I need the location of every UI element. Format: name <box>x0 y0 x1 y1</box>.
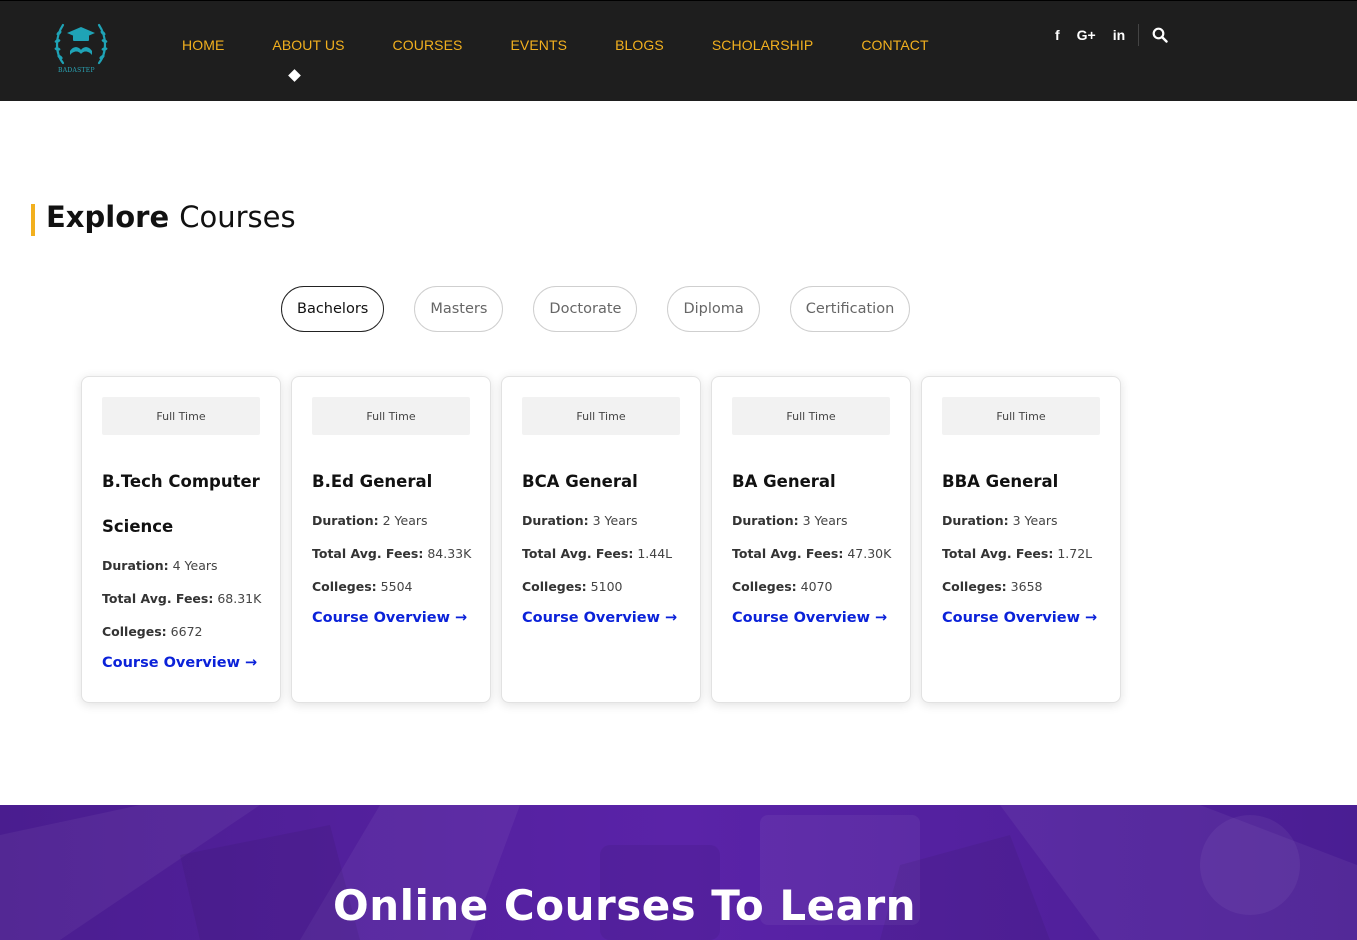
course-colleges: Colleges: 5504 <box>312 570 470 603</box>
course-fees: Total Avg. Fees: 1.72L <box>942 537 1100 570</box>
nav-courses[interactable]: COURSES <box>393 37 463 53</box>
course-cards: Full Time B.Tech Computer Science Durati… <box>81 376 1131 703</box>
course-colleges: Colleges: 4070 <box>732 570 890 603</box>
course-fees: Total Avg. Fees: 47.30K <box>732 537 892 570</box>
colleges-value: 3658 <box>1010 579 1043 594</box>
divider <box>1138 24 1140 46</box>
colleges-label: Colleges: <box>522 579 587 594</box>
colleges-label: Colleges: <box>312 579 377 594</box>
section-title-light: Courses <box>179 200 296 234</box>
course-duration: Duration: 3 Years <box>522 504 680 537</box>
fees-value: 1.72L <box>1057 546 1093 561</box>
course-colleges: Colleges: 3658 <box>942 570 1100 603</box>
course-overview-link[interactable]: Course Overview → <box>522 603 677 633</box>
course-colleges: Colleges: 6672 <box>102 615 260 648</box>
duration-value: 3 Years <box>1012 513 1058 528</box>
duration-label: Duration: <box>942 513 1009 528</box>
section-title-bold: Explore <box>46 200 170 234</box>
nav-about-us[interactable]: ABOUT US <box>272 37 344 53</box>
social-links: f G+ in <box>1055 24 1168 46</box>
course-mode-badge: Full Time <box>942 397 1100 435</box>
fees-value: 47.30K <box>847 546 892 561</box>
course-fees: Total Avg. Fees: 68.31K <box>102 582 262 615</box>
tab-bachelors[interactable]: Bachelors <box>281 286 385 332</box>
fees-value: 1.44L <box>637 546 673 561</box>
course-duration: Duration: 3 Years <box>732 504 890 537</box>
course-colleges: Colleges: 5100 <box>522 570 680 603</box>
course-overview-link[interactable]: Course Overview → <box>312 603 467 633</box>
duration-label: Duration: <box>312 513 379 528</box>
course-card: Full Time B.Tech Computer Science Durati… <box>81 376 281 703</box>
duration-value: 3 Years <box>802 513 848 528</box>
colleges-label: Colleges: <box>732 579 797 594</box>
course-mode-badge: Full Time <box>732 397 890 435</box>
google-plus-icon[interactable]: G+ <box>1077 25 1096 45</box>
site-header: BADASTEP HOME ABOUT US COURSES EVENTS BL… <box>0 0 1357 101</box>
tab-doctorate[interactable]: Doctorate <box>533 286 638 332</box>
duration-label: Duration: <box>522 513 589 528</box>
nav-blogs[interactable]: BLOGS <box>615 37 664 53</box>
course-card: Full Time BA General Duration: 3 Years T… <box>711 376 911 703</box>
logo-text: BADASTEP <box>58 67 95 74</box>
active-nav-indicator <box>288 69 301 82</box>
course-card: Full Time BCA General Duration: 3 Years … <box>501 376 701 703</box>
course-mode-badge: Full Time <box>312 397 470 435</box>
course-title: B.Ed General <box>312 472 433 491</box>
fees-label: Total Avg. Fees: <box>942 546 1054 561</box>
course-overview-link[interactable]: Course Overview → <box>732 603 887 633</box>
fees-label: Total Avg. Fees: <box>102 591 214 606</box>
course-overview-link[interactable]: Course Overview → <box>102 648 257 678</box>
fees-value: 84.33K <box>427 546 472 561</box>
course-title-line: Science <box>102 517 174 536</box>
banner-title: Online Courses To Learn <box>333 881 917 930</box>
colleges-value: 5504 <box>380 579 413 594</box>
course-fees: Total Avg. Fees: 1.44L <box>522 537 680 570</box>
linkedin-icon[interactable]: in <box>1113 25 1125 45</box>
nav-events[interactable]: EVENTS <box>510 37 567 53</box>
course-title-line: B.Tech Computer <box>102 472 260 491</box>
nav-home[interactable]: HOME <box>182 37 224 53</box>
duration-value: 2 Years <box>382 513 428 528</box>
course-duration: Duration: 4 Years <box>102 549 260 582</box>
facebook-icon[interactable]: f <box>1055 25 1060 45</box>
course-duration: Duration: 2 Years <box>312 504 470 537</box>
tab-masters[interactable]: Masters <box>414 286 504 332</box>
course-mode-badge: Full Time <box>522 397 680 435</box>
nav-scholarship[interactable]: SCHOLARSHIP <box>712 37 813 53</box>
course-level-tabs: Bachelors Masters Doctorate Diploma Cert… <box>281 286 940 332</box>
colleges-label: Colleges: <box>102 624 167 639</box>
colleges-label: Colleges: <box>942 579 1007 594</box>
nav-contact[interactable]: CONTACT <box>861 37 928 53</box>
course-card: Full Time BBA General Duration: 3 Years … <box>921 376 1121 703</box>
course-title: BBA General <box>942 472 1059 491</box>
search-icon[interactable] <box>1152 27 1168 43</box>
course-title: BCA General <box>522 472 638 491</box>
colleges-value: 5100 <box>590 579 623 594</box>
colleges-value: 6672 <box>170 624 203 639</box>
duration-value: 3 Years <box>592 513 638 528</box>
section-accent-bar <box>31 204 35 236</box>
course-duration: Duration: 3 Years <box>942 504 1100 537</box>
course-card: Full Time B.Ed General Duration: 2 Years… <box>291 376 491 703</box>
main-nav: HOME ABOUT US COURSES EVENTS BLOGS SCHOL… <box>182 37 977 53</box>
course-title: BA General <box>732 472 836 491</box>
tab-certification[interactable]: Certification <box>789 286 911 332</box>
fees-value: 68.31K <box>217 591 262 606</box>
duration-label: Duration: <box>732 513 799 528</box>
fees-label: Total Avg. Fees: <box>732 546 844 561</box>
course-fees: Total Avg. Fees: 84.33K <box>312 537 472 570</box>
online-courses-banner: Online Courses To Learn <box>0 805 1357 940</box>
section-title: Explore Courses <box>46 200 296 234</box>
course-overview-link[interactable]: Course Overview → <box>942 603 1097 633</box>
duration-label: Duration: <box>102 558 169 573</box>
duration-value: 4 Years <box>172 558 218 573</box>
fees-label: Total Avg. Fees: <box>312 546 424 561</box>
tab-diploma[interactable]: Diploma <box>667 286 760 332</box>
course-mode-badge: Full Time <box>102 397 260 435</box>
colleges-value: 4070 <box>800 579 833 594</box>
fees-label: Total Avg. Fees: <box>522 546 634 561</box>
course-title: B.Tech Computer Science <box>102 459 260 549</box>
